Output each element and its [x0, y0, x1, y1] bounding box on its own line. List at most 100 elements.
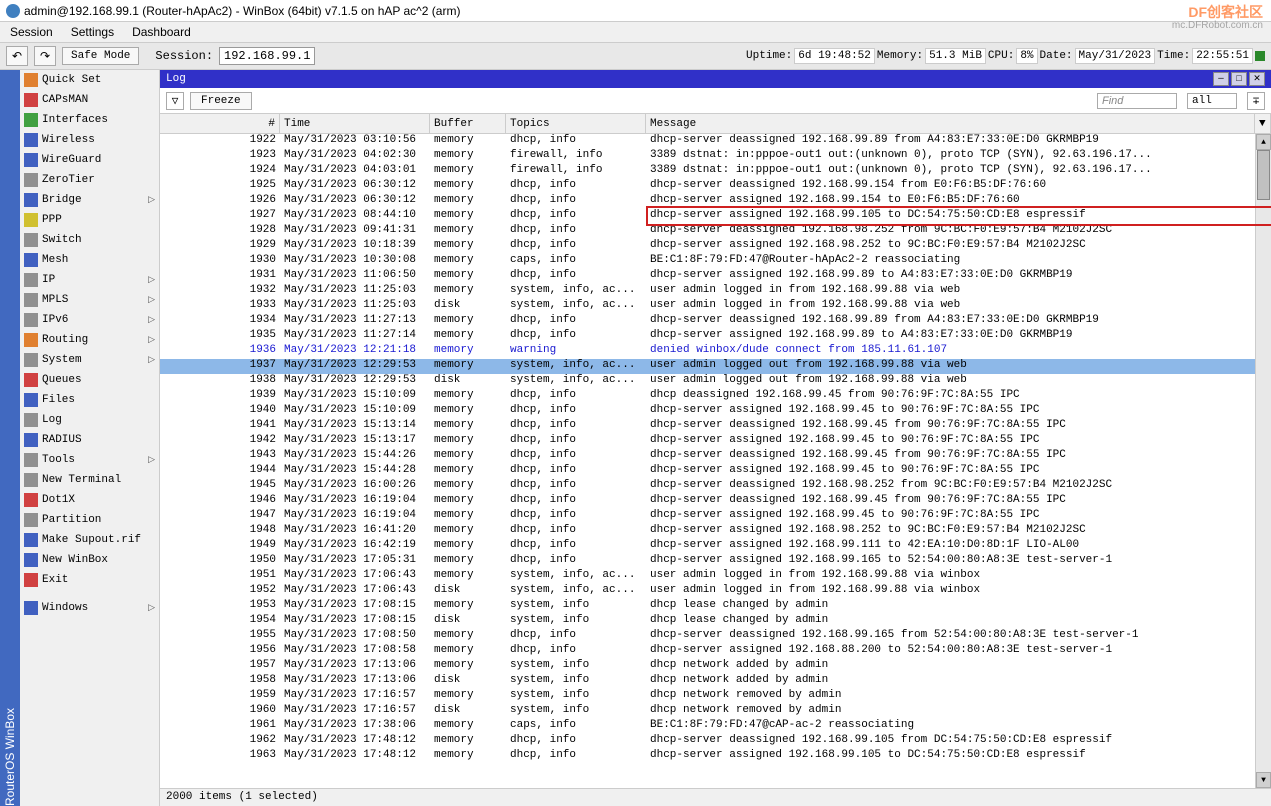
sidebar-item-dot1x[interactable]: Dot1X: [20, 490, 159, 510]
col-time[interactable]: Time: [280, 114, 430, 133]
log-maximize-button[interactable]: □: [1231, 72, 1247, 86]
log-row[interactable]: 1955May/31/2023 17:08:50memorydhcp, info…: [160, 629, 1271, 644]
log-row[interactable]: 1960May/31/2023 17:16:57disksystem, info…: [160, 704, 1271, 719]
log-row[interactable]: 1944May/31/2023 15:44:28memorydhcp, info…: [160, 464, 1271, 479]
scroll-up-button[interactable]: ▲: [1256, 134, 1271, 150]
log-row[interactable]: 1940May/31/2023 15:10:09memorydhcp, info…: [160, 404, 1271, 419]
menu-settings[interactable]: Settings: [71, 25, 114, 39]
sidebar-item-ipv6[interactable]: IPv6▷: [20, 310, 159, 330]
log-row[interactable]: 1949May/31/2023 16:42:19memorydhcp, info…: [160, 539, 1271, 554]
log-row[interactable]: 1951May/31/2023 17:06:43memorysystem, in…: [160, 569, 1271, 584]
safe-mode-button[interactable]: Safe Mode: [62, 47, 139, 65]
log-row[interactable]: 1950May/31/2023 17:05:31memorydhcp, info…: [160, 554, 1271, 569]
sidebar-item-queues[interactable]: Queues: [20, 370, 159, 390]
scroll-thumb[interactable]: [1257, 150, 1270, 200]
log-row[interactable]: 1935May/31/2023 11:27:14memorydhcp, info…: [160, 329, 1271, 344]
log-row[interactable]: 1961May/31/2023 17:38:06memorycaps, info…: [160, 719, 1271, 734]
log-row[interactable]: 1962May/31/2023 17:48:12memorydhcp, info…: [160, 734, 1271, 749]
find-input[interactable]: Find: [1097, 93, 1177, 109]
log-row[interactable]: 1928May/31/2023 09:41:31memorydhcp, info…: [160, 224, 1271, 239]
log-row[interactable]: 1963May/31/2023 17:48:12memorydhcp, info…: [160, 749, 1271, 764]
sidebar-item-quick-set[interactable]: Quick Set: [20, 70, 159, 90]
log-row[interactable]: 1939May/31/2023 15:10:09memorydhcp, info…: [160, 389, 1271, 404]
log-row[interactable]: 1957May/31/2023 17:13:06memorysystem, in…: [160, 659, 1271, 674]
log-row[interactable]: 1959May/31/2023 17:16:57memorysystem, in…: [160, 689, 1271, 704]
sidebar-item-interfaces[interactable]: Interfaces: [20, 110, 159, 130]
log-row[interactable]: 1924May/31/2023 04:03:01memoryfirewall, …: [160, 164, 1271, 179]
sidebar-item-make-supout-rif[interactable]: Make Supout.rif: [20, 530, 159, 550]
freeze-button[interactable]: Freeze: [190, 92, 252, 110]
log-minimize-button[interactable]: ─: [1213, 72, 1229, 86]
redo-button[interactable]: ↷: [34, 46, 56, 66]
sidebar-item-files[interactable]: Files: [20, 390, 159, 410]
sidebar-item-partition[interactable]: Partition: [20, 510, 159, 530]
log-row[interactable]: 1931May/31/2023 11:06:50memorydhcp, info…: [160, 269, 1271, 284]
col-topics[interactable]: Topics: [506, 114, 646, 133]
sidebar-item-new-terminal[interactable]: New Terminal: [20, 470, 159, 490]
log-row[interactable]: 1937May/31/2023 12:29:53memorysystem, in…: [160, 359, 1271, 374]
vertical-tab[interactable]: RouterOS WinBox: [0, 70, 20, 806]
log-row[interactable]: 1952May/31/2023 17:06:43disksystem, info…: [160, 584, 1271, 599]
log-row[interactable]: 1922May/31/2023 03:10:56memorydhcp, info…: [160, 134, 1271, 149]
log-row[interactable]: 1956May/31/2023 17:08:58memorydhcp, info…: [160, 644, 1271, 659]
log-row[interactable]: 1936May/31/2023 12:21:18memorywarningden…: [160, 344, 1271, 359]
log-row[interactable]: 1923May/31/2023 04:02:30memoryfirewall, …: [160, 149, 1271, 164]
sidebar-item-exit[interactable]: Exit: [20, 570, 159, 590]
log-close-button[interactable]: ✕: [1249, 72, 1265, 86]
log-row[interactable]: 1930May/31/2023 10:30:08memorycaps, info…: [160, 254, 1271, 269]
sidebar-item-tools[interactable]: Tools▷: [20, 450, 159, 470]
log-row[interactable]: 1943May/31/2023 15:44:26memorydhcp, info…: [160, 449, 1271, 464]
window-title-bar: admin@192.168.99.1 (Router-hApAc2) - Win…: [0, 0, 1271, 22]
log-row[interactable]: 1954May/31/2023 17:08:15disksystem, info…: [160, 614, 1271, 629]
log-row[interactable]: 1933May/31/2023 11:25:03disksystem, info…: [160, 299, 1271, 314]
sidebar-item-system[interactable]: System▷: [20, 350, 159, 370]
log-body[interactable]: ▲ ▼ 1922May/31/2023 03:10:56memorydhcp, …: [160, 134, 1271, 788]
filter-dropdown-button[interactable]: ∓: [1247, 92, 1265, 110]
log-row[interactable]: 1925May/31/2023 06:30:12memorydhcp, info…: [160, 179, 1271, 194]
log-row[interactable]: 1948May/31/2023 16:41:20memorydhcp, info…: [160, 524, 1271, 539]
sidebar-item-ip[interactable]: IP▷: [20, 270, 159, 290]
sidebar-item-routing[interactable]: Routing▷: [20, 330, 159, 350]
filter-icon[interactable]: ▽: [166, 92, 184, 110]
col-message[interactable]: Message: [646, 114, 1255, 133]
sidebar-item-ppp[interactable]: PPP: [20, 210, 159, 230]
log-row[interactable]: 1958May/31/2023 17:13:06disksystem, info…: [160, 674, 1271, 689]
log-row[interactable]: 1929May/31/2023 10:18:39memorydhcp, info…: [160, 239, 1271, 254]
log-row[interactable]: 1945May/31/2023 16:00:26memorydhcp, info…: [160, 479, 1271, 494]
log-row[interactable]: 1927May/31/2023 08:44:10memorydhcp, info…: [160, 209, 1271, 224]
scroll-down-button[interactable]: ▼: [1256, 772, 1271, 788]
log-row[interactable]: 1938May/31/2023 12:29:53disksystem, info…: [160, 374, 1271, 389]
log-cell: memory: [430, 254, 506, 269]
sidebar-item-switch[interactable]: Switch: [20, 230, 159, 250]
log-row[interactable]: 1932May/31/2023 11:25:03memorysystem, in…: [160, 284, 1271, 299]
log-cell: May/31/2023 11:25:03: [280, 299, 430, 314]
undo-button[interactable]: ↶: [6, 46, 28, 66]
sidebar-item-bridge[interactable]: Bridge▷: [20, 190, 159, 210]
menu-dashboard[interactable]: Dashboard: [132, 25, 191, 39]
menu-session[interactable]: Session: [10, 25, 53, 39]
log-row[interactable]: 1942May/31/2023 15:13:17memorydhcp, info…: [160, 434, 1271, 449]
sidebar-item-mesh[interactable]: Mesh: [20, 250, 159, 270]
sidebar-item-new-winbox[interactable]: New WinBox: [20, 550, 159, 570]
sidebar-item-zerotier[interactable]: ZeroTier: [20, 170, 159, 190]
log-row[interactable]: 1947May/31/2023 16:19:04memorydhcp, info…: [160, 509, 1271, 524]
log-cell: 1948: [160, 524, 280, 539]
log-row[interactable]: 1953May/31/2023 17:08:15memorysystem, in…: [160, 599, 1271, 614]
sidebar-item-radius[interactable]: RADIUS: [20, 430, 159, 450]
log-cell: dhcp, info: [506, 554, 646, 569]
sidebar-item-log[interactable]: Log: [20, 410, 159, 430]
filter-select[interactable]: all: [1187, 93, 1237, 109]
sidebar-item-capsman[interactable]: CAPsMAN: [20, 90, 159, 110]
col-buffer[interactable]: Buffer: [430, 114, 506, 133]
sidebar-item-windows[interactable]: Windows▷: [20, 598, 159, 618]
col-dropdown[interactable]: ▼: [1255, 114, 1271, 133]
log-row[interactable]: 1934May/31/2023 11:27:13memorydhcp, info…: [160, 314, 1271, 329]
sidebar-item-wireless[interactable]: Wireless: [20, 130, 159, 150]
sidebar-item-mpls[interactable]: MPLS▷: [20, 290, 159, 310]
sidebar-item-wireguard[interactable]: WireGuard: [20, 150, 159, 170]
scrollbar-vertical[interactable]: ▲ ▼: [1255, 134, 1271, 788]
log-row[interactable]: 1941May/31/2023 15:13:14memorydhcp, info…: [160, 419, 1271, 434]
log-row[interactable]: 1926May/31/2023 06:30:12memorydhcp, info…: [160, 194, 1271, 209]
log-row[interactable]: 1946May/31/2023 16:19:04memorydhcp, info…: [160, 494, 1271, 509]
col-num[interactable]: #: [160, 114, 280, 133]
